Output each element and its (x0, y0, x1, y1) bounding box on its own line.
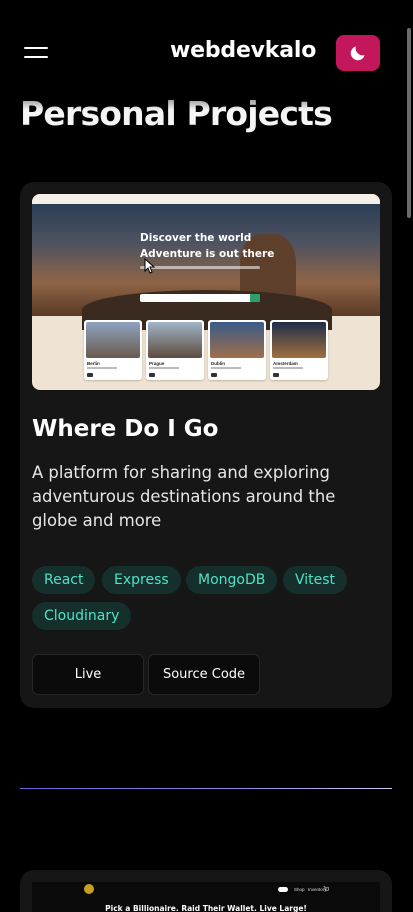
scrollbar[interactable] (405, 0, 413, 912)
project-title: Where Do I Go (32, 416, 219, 442)
project-screenshot[interactable]: Shop Inventory Pick a Billionaire. Raid … (32, 882, 380, 912)
section-divider (20, 788, 392, 789)
tech-tag: React (32, 566, 96, 594)
header-fade (0, 80, 413, 110)
tech-tag: Vitest (283, 566, 348, 594)
cart-icon (323, 886, 329, 891)
tech-tag: Express (102, 566, 181, 594)
project-description: A platform for sharing and exploring adv… (32, 463, 336, 530)
screenshot-tile: Amsterdam (270, 320, 328, 380)
site-logo[interactable]: webdevkalo (170, 38, 316, 63)
screenshot-search (140, 294, 260, 302)
cursor-icon (144, 258, 156, 274)
hamburger-icon[interactable] (24, 45, 48, 61)
screenshot-hero: Discover the world Adventure is out ther… (32, 204, 380, 330)
live-button[interactable]: Live (32, 654, 144, 695)
project-screenshot[interactable]: Discover the world Adventure is out ther… (32, 194, 380, 390)
screenshot-subtext (140, 266, 260, 269)
screenshot-tile: Berlin (84, 320, 142, 380)
screenshot-headline-2: Adventure is out there (140, 248, 275, 260)
scrollbar-thumb[interactable] (407, 28, 411, 218)
theme-toggle-button[interactable] (336, 35, 380, 71)
source-code-button[interactable]: Source Code (148, 654, 260, 695)
moon-icon (350, 46, 365, 61)
screenshot-tile: Dublin (208, 320, 266, 380)
screenshot-toggle (278, 887, 288, 892)
project-card-next: Shop Inventory Pick a Billionaire. Raid … (20, 870, 392, 912)
screenshot-tile: Prague (146, 320, 204, 380)
screenshot-nav-item: Shop (294, 887, 305, 892)
tech-tag: MongoDB (186, 566, 278, 594)
screenshot-navbar (32, 194, 380, 204)
screenshot-headline-1: Discover the world (140, 232, 252, 244)
screenshot-headline: Pick a Billionaire. Raid Their Wallet. L… (105, 904, 307, 912)
tech-tag: Cloudinary (32, 602, 132, 630)
screenshot-logo (84, 884, 94, 894)
screenshot-search-button (250, 294, 260, 302)
